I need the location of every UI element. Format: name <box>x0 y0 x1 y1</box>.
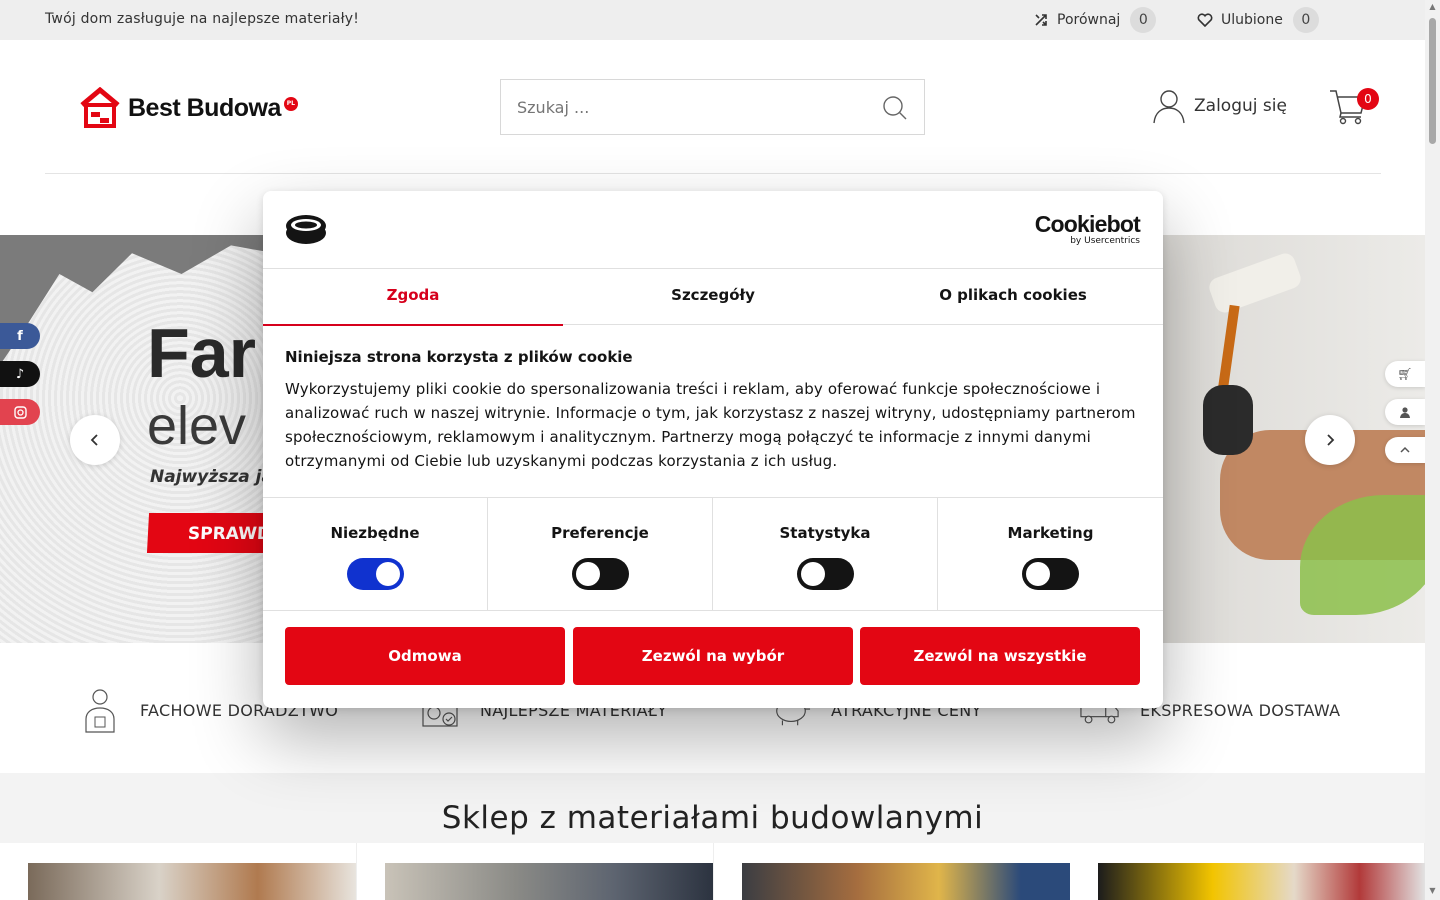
chevron-left-icon <box>90 434 98 446</box>
category-label: Marketing <box>1007 524 1094 542</box>
category-card[interactable] <box>0 843 357 900</box>
cookie-heading: Niniejsza strona korzysta z plików cooki… <box>285 348 633 366</box>
category-card[interactable] <box>357 843 714 900</box>
cookie-body: Niniejsza strona korzysta z plików cooki… <box>285 348 1145 473</box>
category-image <box>1098 863 1425 900</box>
preferences-toggle[interactable] <box>571 558 629 590</box>
heart-icon <box>1197 12 1213 28</box>
cart-button[interactable]: 0 <box>1328 86 1379 128</box>
category-necessary: Niezbędne <box>263 498 488 611</box>
compare-label: Porównaj <box>1057 12 1121 28</box>
logo-text: Best Budowa <box>128 93 281 122</box>
cookie-consent-dialog: Cookiebot by Usercentrics Zgoda Szczegół… <box>263 191 1163 708</box>
instagram-link[interactable] <box>0 399 40 425</box>
facebook-link[interactable]: f <box>0 323 40 349</box>
cookie-dialog-header: Cookiebot by Usercentrics <box>263 191 1163 269</box>
category-card[interactable] <box>1070 843 1425 900</box>
category-image <box>742 863 1070 900</box>
page-scrollbar[interactable]: ▲ ▼ <box>1425 0 1440 900</box>
cookiebot-brand-sub: by Usercentrics <box>1070 236 1140 246</box>
category-card[interactable] <box>714 843 1071 900</box>
toggle-knob <box>1026 562 1050 586</box>
tab-consent[interactable]: Zgoda <box>263 269 563 326</box>
header-divider <box>45 173 1381 174</box>
cookie-tabs: Zgoda Szczegóły O plikach cookies <box>263 269 1163 326</box>
cookiebot-brand-name: Cookiebot <box>1034 211 1141 237</box>
compare-count: 0 <box>1130 7 1157 33</box>
toggle-knob <box>800 562 825 586</box>
hero-prev-button[interactable] <box>70 415 120 465</box>
category-statistics: Statystyka <box>713 498 938 611</box>
toggle-knob <box>375 562 400 586</box>
deny-button[interactable]: Odmowa <box>285 627 565 685</box>
side-cart-icon: 🛒︎ <box>1397 367 1413 381</box>
search-box <box>500 79 925 135</box>
cookie-description: Wykorzystujemy pliki cookie do spersonal… <box>285 380 1136 470</box>
side-account-button[interactable] <box>1385 399 1425 425</box>
search-icon[interactable] <box>882 95 908 121</box>
cart-count: 0 <box>1357 88 1379 110</box>
scrollbar-thumb[interactable] <box>1429 18 1436 144</box>
favorites-label: Ulubione <box>1221 12 1283 28</box>
house-logo-icon <box>80 87 120 128</box>
toggle-knob <box>575 562 600 586</box>
hero-title: Far <box>147 314 256 392</box>
cookie-site-logo-icon <box>286 215 326 244</box>
statistics-toggle[interactable] <box>796 558 854 590</box>
favorites-count: 0 <box>1292 7 1319 33</box>
scroll-top-button[interactable] <box>1385 437 1425 463</box>
instagram-icon <box>13 405 27 419</box>
category-label: Niezbędne <box>330 524 420 542</box>
tiktok-link[interactable]: ♪ <box>0 361 40 387</box>
compare-icon <box>1033 12 1049 28</box>
allow-selection-button[interactable]: Zezwól na wybór <box>573 627 853 685</box>
category-preferences: Preferencje <box>488 498 713 611</box>
tab-about-cookies[interactable]: O plikach cookies <box>863 269 1163 325</box>
side-cart-button[interactable]: 🛒︎ <box>1385 361 1425 387</box>
cookie-categories: Niezbędne Preferencje Statystyka Marketi… <box>263 497 1163 611</box>
category-label: Preferencje <box>551 524 649 542</box>
facebook-icon: f <box>17 328 23 344</box>
advisor-icon <box>80 687 120 733</box>
user-icon <box>1152 88 1186 124</box>
cookiebot-brand[interactable]: Cookiebot by Usercentrics <box>1034 211 1141 246</box>
scroll-down-arrow-icon[interactable]: ▼ <box>1428 886 1437 895</box>
login-link[interactable]: Zaloguj się <box>1152 88 1287 124</box>
chevron-up-icon <box>1400 446 1410 453</box>
painter-glove-image <box>1203 385 1253 455</box>
feature-label: EKSPRESOWA DOSTAWA <box>1140 700 1341 720</box>
promo-text: Twój dom zasługuje na najlepsze materiał… <box>45 11 360 27</box>
side-user-icon <box>1400 407 1410 418</box>
hero-subtitle: elev <box>147 396 247 456</box>
login-label: Zaloguj się <box>1194 96 1287 116</box>
favorites-link[interactable]: Ulubione 0 <box>1197 7 1319 33</box>
logo-badge: PL <box>283 97 298 111</box>
category-label: Statystyka <box>779 524 871 542</box>
search-input[interactable] <box>517 94 867 120</box>
scroll-up-arrow-icon[interactable]: ▲ <box>1428 2 1437 11</box>
top-bar: Twój dom zasługuje na najlepsze materiał… <box>0 0 1425 40</box>
chevron-right-icon <box>1327 434 1335 446</box>
shop-title: Sklep z materiałami budowlanymi <box>441 800 984 836</box>
tab-details[interactable]: Szczegóły <box>563 269 863 325</box>
hero-next-button[interactable] <box>1305 415 1355 465</box>
site-logo[interactable]: Best Budowa PL <box>80 86 320 130</box>
compare-link[interactable]: Porównaj 0 <box>1033 7 1157 33</box>
hero-tagline: Najwyższa ja <box>150 467 273 487</box>
category-marketing: Marketing <box>938 498 1163 611</box>
category-image <box>385 863 713 900</box>
allow-all-button[interactable]: Zezwól na wszystkie <box>860 627 1140 685</box>
marketing-toggle[interactable] <box>1022 558 1079 590</box>
tiktok-icon: ♪ <box>15 366 25 382</box>
category-image <box>28 863 356 900</box>
necessary-toggle[interactable] <box>346 558 404 590</box>
